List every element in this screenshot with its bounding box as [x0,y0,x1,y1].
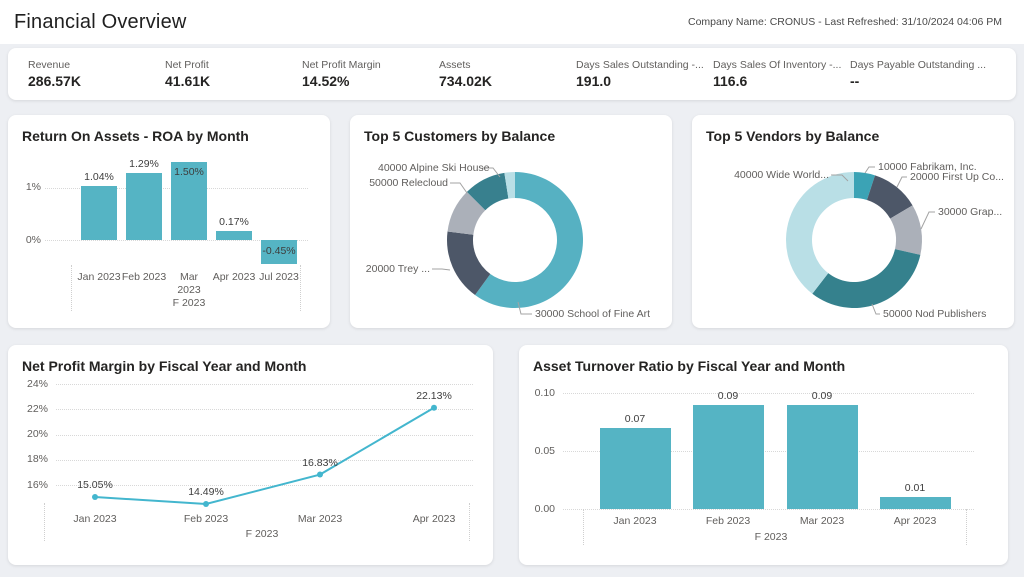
donut-label-relecloud: 50000 Relecloud [368,177,448,189]
page-title: Financial Overview [14,11,187,34]
vendors-donut-chart: 10000 Fabrikam, Inc. 20000 First Up Co..… [692,115,1014,328]
x-axis-frame [583,509,967,545]
bar-Feb 2023[interactable] [693,405,764,509]
kpi-label: Net Profit Margin [302,59,439,71]
customers-donut-chart: 40000 Alpine Ski House 50000 Relecloud 2… [350,115,672,328]
bar-Jan 2023[interactable] [600,428,671,509]
card-net-profit-margin: Net Profit Margin by Fiscal Year and Mon… [8,345,493,565]
y-axis-tick: 0% [13,234,41,246]
card-top-vendors: Top 5 Vendors by Balance 10000 Fabrikam,… [692,115,1014,328]
card-asset-turnover: Asset Turnover Ratio by Fiscal Year and … [519,345,1008,565]
donut-label-school-of-fine-art: 30000 School of Fine Art [535,308,650,320]
bar-value-label: 1.50% [159,166,219,178]
kpi-value: 116.6 [713,73,850,89]
bar-Jan 2023[interactable] [81,186,117,240]
npm-line-chart: 24%22%20%18%16%15.05%14.49%16.83%22.13%J… [8,345,493,565]
chart-title-atr: Asset Turnover Ratio by Fiscal Year and … [533,358,845,374]
card-top-customers: Top 5 Customers by Balance 40000 Alpine … [350,115,672,328]
kpi-label: Assets [439,59,576,71]
kpi-label: Days Sales Of Inventory -... [713,59,850,71]
bar-value-label: 0.09 [698,390,758,402]
point-value-label: 14.49% [176,486,236,498]
bar-value-label: 0.17% [204,216,264,228]
bar-Apr 2023[interactable] [216,231,252,240]
atr-bar-chart: 0.100.050.000.070.090.090.01Jan 2023Feb … [519,345,1008,565]
donut-slice-40000 Wide World...[interactable] [786,172,854,294]
y-axis-tick: 0.05 [519,445,555,457]
line-path[interactable] [95,408,434,504]
report-meta: Company Name: CRONUS - Last Refreshed: 3… [688,16,1002,28]
point-value-label: 15.05% [65,479,125,491]
chart-title-npm: Net Profit Margin by Fiscal Year and Mon… [22,358,306,374]
row-visuals-bottom: Net Profit Margin by Fiscal Year and Mon… [8,345,1016,565]
kpi-label: Revenue [28,59,165,71]
y-axis-tick: 1% [13,181,41,193]
kpi-item: Days Sales Of Inventory -... 116.6 [713,59,850,89]
top-bar: Financial Overview Company Name: CRONUS … [0,0,1024,44]
donut-label-wide-world: 40000 Wide World... [709,169,829,181]
card-roa: Return On Assets - ROA by Month 1%0%1.04… [8,115,330,328]
point-value-label: 22.13% [404,390,464,402]
report-canvas: Revenue286.57KNet Profit41.61KNet Profit… [0,44,1024,565]
kpi-value: 191.0 [576,73,713,89]
data-point-Jan 2023[interactable] [92,494,98,500]
bar-value-label: 0.07 [605,413,665,425]
point-value-label: 16.83% [290,457,350,469]
data-point-Mar 2023[interactable] [317,472,323,478]
bar-Mar 2023[interactable] [787,405,858,509]
kpi-item: Revenue 286.57K [28,59,165,89]
kpi-value: 41.61K [165,73,302,89]
bar-value-label: 1.04% [69,171,129,183]
chart-title-roa: Return On Assets - ROA by Month [22,128,249,144]
data-point-Apr 2023[interactable] [431,405,437,411]
kpi-item: Net Profit 41.61K [165,59,302,89]
gridline [563,393,974,394]
donut-label-trey: 20000 Trey ... [360,263,430,275]
x-axis-frame [71,265,301,311]
donut-slice-50000 Nod Publishers[interactable] [812,249,920,308]
donut-label-alpine-ski-house: 40000 Alpine Ski House [378,162,480,174]
donut [692,115,1014,328]
bar-value-label: -0.45% [249,245,309,257]
donut-label-nod-publishers: 50000 Nod Publishers [883,308,986,320]
kpi-value: 14.52% [302,73,439,89]
kpi-item: Assets 734.02K [439,59,576,89]
donut [350,115,672,328]
kpi-item: Days Payable Outstanding ... -- [850,59,987,89]
roa-bar-chart: 1%0%1.04%1.29%1.50%0.17%-0.45%Jan 2023Fe… [8,115,330,328]
kpi-strip: Revenue 286.57KNet Profit 41.61KNet Profit… [8,48,1016,100]
y-axis-tick: 0.10 [519,387,555,399]
y-axis-tick: 0.00 [519,503,555,515]
kpi-item: Net Profit Margin 14.52% [302,59,439,89]
chart-title-vendors: Top 5 Vendors by Balance [706,128,879,144]
kpi-item: Days Sales Outstanding -... 191.0 [576,59,713,89]
kpi-value: -- [850,73,987,89]
donut-label-first-up: 20000 First Up Co... [910,171,1004,183]
bar-value-label: 0.09 [792,390,852,402]
bar-value-label: 0.01 [885,482,945,494]
bar-Feb 2023[interactable] [126,173,162,240]
kpi-value: 734.02K [439,73,576,89]
kpi-value: 286.57K [28,73,165,89]
kpi-label: Days Sales Outstanding -... [576,59,713,71]
x-axis-frame [44,503,470,541]
chart-title-customers: Top 5 Customers by Balance [364,128,555,144]
kpi-label: Days Payable Outstanding ... [850,59,987,71]
bar-Apr 2023[interactable] [880,497,951,509]
kpi-label: Net Profit [165,59,302,71]
donut-label-grap: 30000 Grap... [938,206,1002,218]
row-visuals-top: Return On Assets - ROA by Month 1% 0% 1.04… [8,115,1016,328]
